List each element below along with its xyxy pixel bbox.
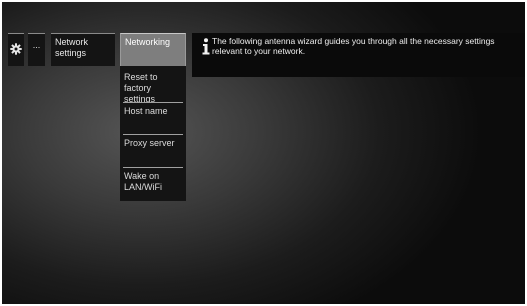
breadcrumb-network-settings[interactable]: Network settings [51, 33, 115, 66]
menu-item-label: Proxy server [124, 138, 175, 148]
breadcrumb-more[interactable]: ... [28, 33, 45, 66]
menu-item-label: Host name [124, 106, 168, 116]
gear-icon [10, 43, 22, 55]
menu-item-label: Wake on LAN/WiFi [124, 171, 162, 192]
breadcrumb-settings[interactable] [8, 33, 24, 66]
tv-menu-screen: ... Network settings Networking Reset to… [2, 2, 525, 304]
info-icon [202, 38, 210, 55]
ellipsis-label: ... [32, 40, 41, 50]
info-panel: The following antenna wizard guides you … [192, 33, 525, 77]
network-settings-label: Network settings [55, 37, 89, 58]
menu-item-host-name[interactable]: Host name [120, 103, 186, 136]
menu-item-reset-factory[interactable]: Reset to factory settings [120, 69, 186, 102]
menu-item-wake-on-lan[interactable]: Wake on LAN/WiFi [120, 168, 186, 201]
menu-item-networking[interactable]: Networking [120, 33, 186, 66]
network-submenu: Networking Reset to factory settings Hos… [120, 33, 186, 201]
menu-item-label: Reset to factory settings [124, 72, 158, 102]
menu-item-label: Networking [125, 37, 171, 47]
info-text: The following antenna wizard guides you … [212, 36, 495, 56]
menu-item-proxy-server[interactable]: Proxy server [120, 135, 186, 168]
